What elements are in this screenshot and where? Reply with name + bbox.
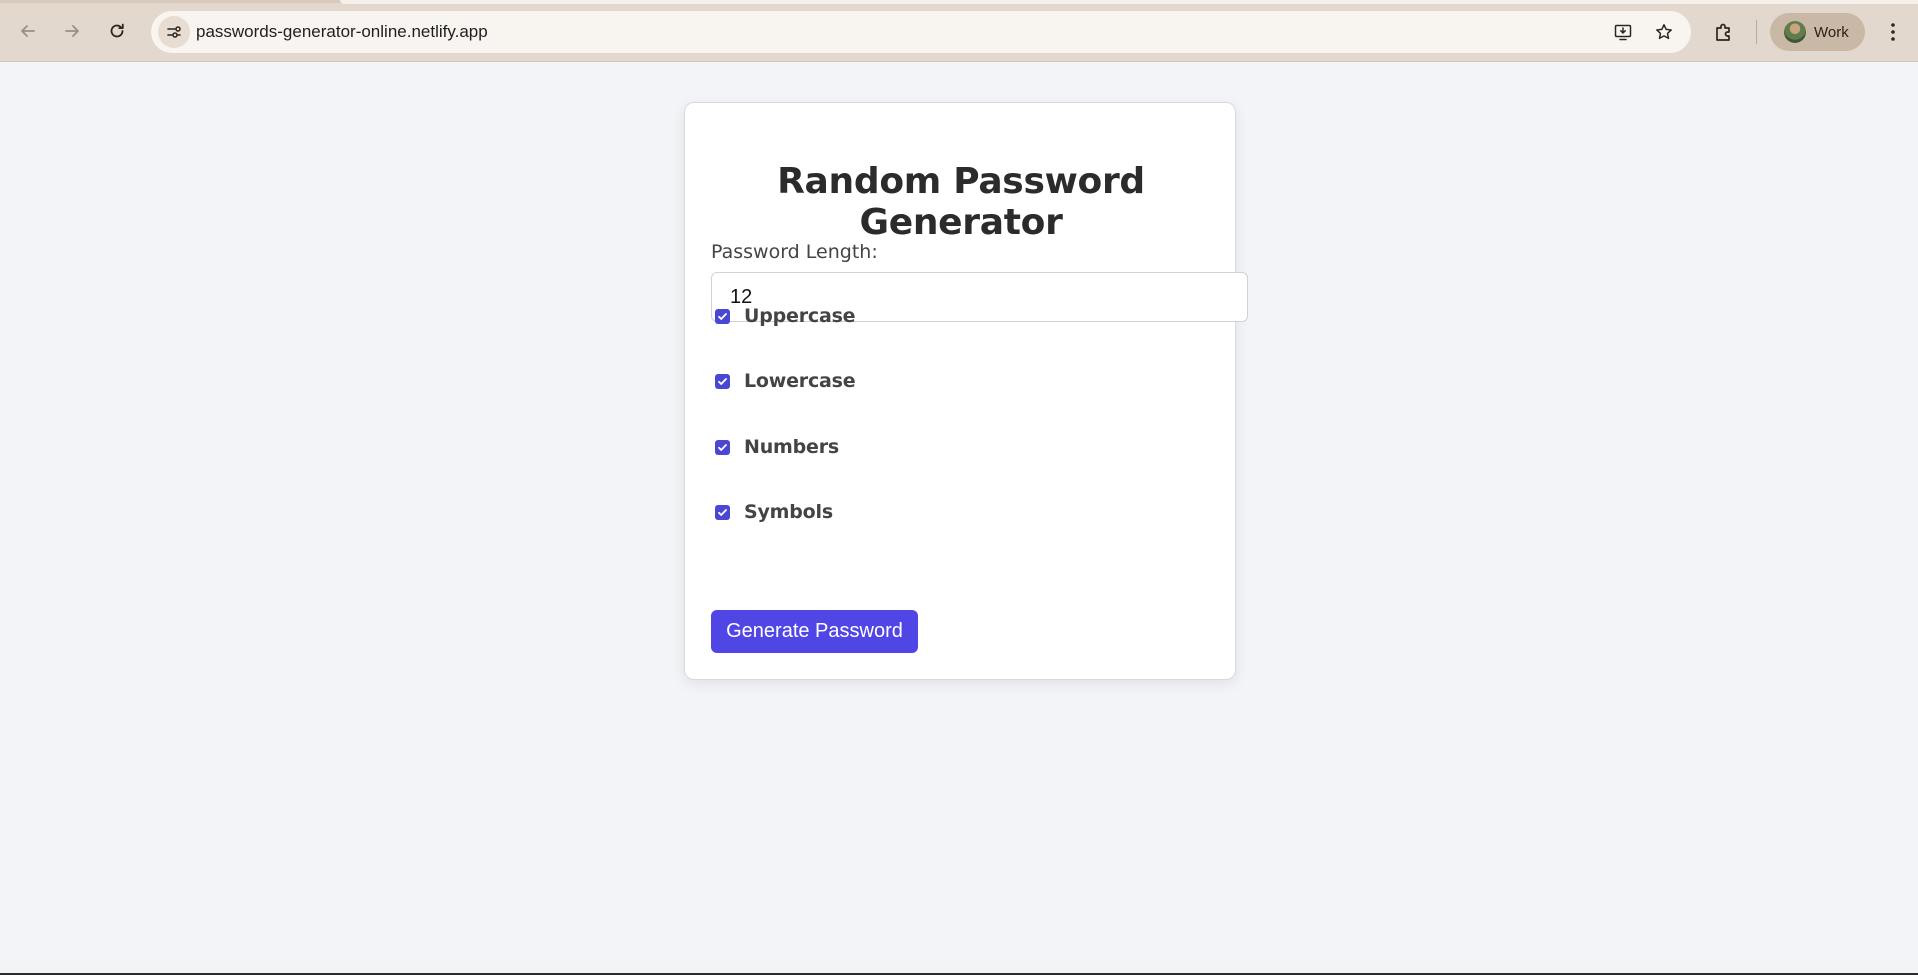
url-text[interactable]: passwords-generator-online.netlify.app [196, 22, 488, 42]
page-title: Random Password Generator [777, 161, 1145, 243]
lowercase-label: Lowercase [744, 370, 856, 392]
forward-icon [65, 25, 79, 37]
toolbar-separator [1756, 20, 1757, 44]
checkmark-icon [718, 312, 727, 320]
option-symbols[interactable]: Symbols [715, 499, 833, 525]
extensions-icon [1716, 23, 1730, 41]
uppercase-checkbox[interactable] [715, 308, 730, 324]
back-button[interactable] [13, 16, 43, 46]
browser-toolbar: passwords-generator-online.netlify.app W… [0, 0, 1918, 62]
site-info-icon [167, 26, 181, 38]
generate-password-button[interactable]: Generate Password [711, 610, 918, 653]
password-length-label: Password Length: [711, 241, 878, 263]
lowercase-checkbox[interactable] [715, 373, 730, 389]
checkmark-icon [718, 508, 727, 516]
numbers-checkbox[interactable] [715, 439, 730, 455]
more-menu-icon [1891, 23, 1895, 41]
option-numbers[interactable]: Numbers [715, 434, 839, 460]
back-icon [21, 25, 35, 37]
symbols-label: Symbols [744, 501, 833, 523]
bookmark-button[interactable] [1652, 20, 1676, 44]
option-lowercase[interactable]: Lowercase [715, 368, 856, 394]
uppercase-label: Uppercase [744, 305, 856, 327]
avatar [1784, 21, 1806, 43]
bookmark-star-icon [1656, 24, 1672, 40]
checkmark-icon [718, 443, 727, 451]
reload-button[interactable] [102, 16, 132, 46]
site-info-button[interactable] [158, 16, 190, 48]
profile-button[interactable]: Work [1770, 13, 1865, 51]
forward-button[interactable] [57, 16, 87, 46]
symbols-checkbox[interactable] [715, 504, 730, 520]
reload-icon [110, 23, 124, 38]
generator-card: Random Password Generator Password Lengt… [684, 102, 1248, 680]
profile-name: Work [1814, 23, 1849, 41]
browser-menu-button[interactable] [1880, 18, 1906, 46]
install-app-icon [1614, 24, 1632, 41]
option-uppercase[interactable]: Uppercase [715, 303, 856, 329]
address-bar[interactable]: passwords-generator-online.netlify.app [151, 11, 1691, 53]
active-tab-edge [340, 0, 1918, 4]
checkmark-icon [718, 377, 727, 385]
install-app-button[interactable] [1611, 20, 1635, 44]
extensions-button[interactable] [1710, 18, 1738, 46]
numbers-label: Numbers [744, 436, 839, 458]
